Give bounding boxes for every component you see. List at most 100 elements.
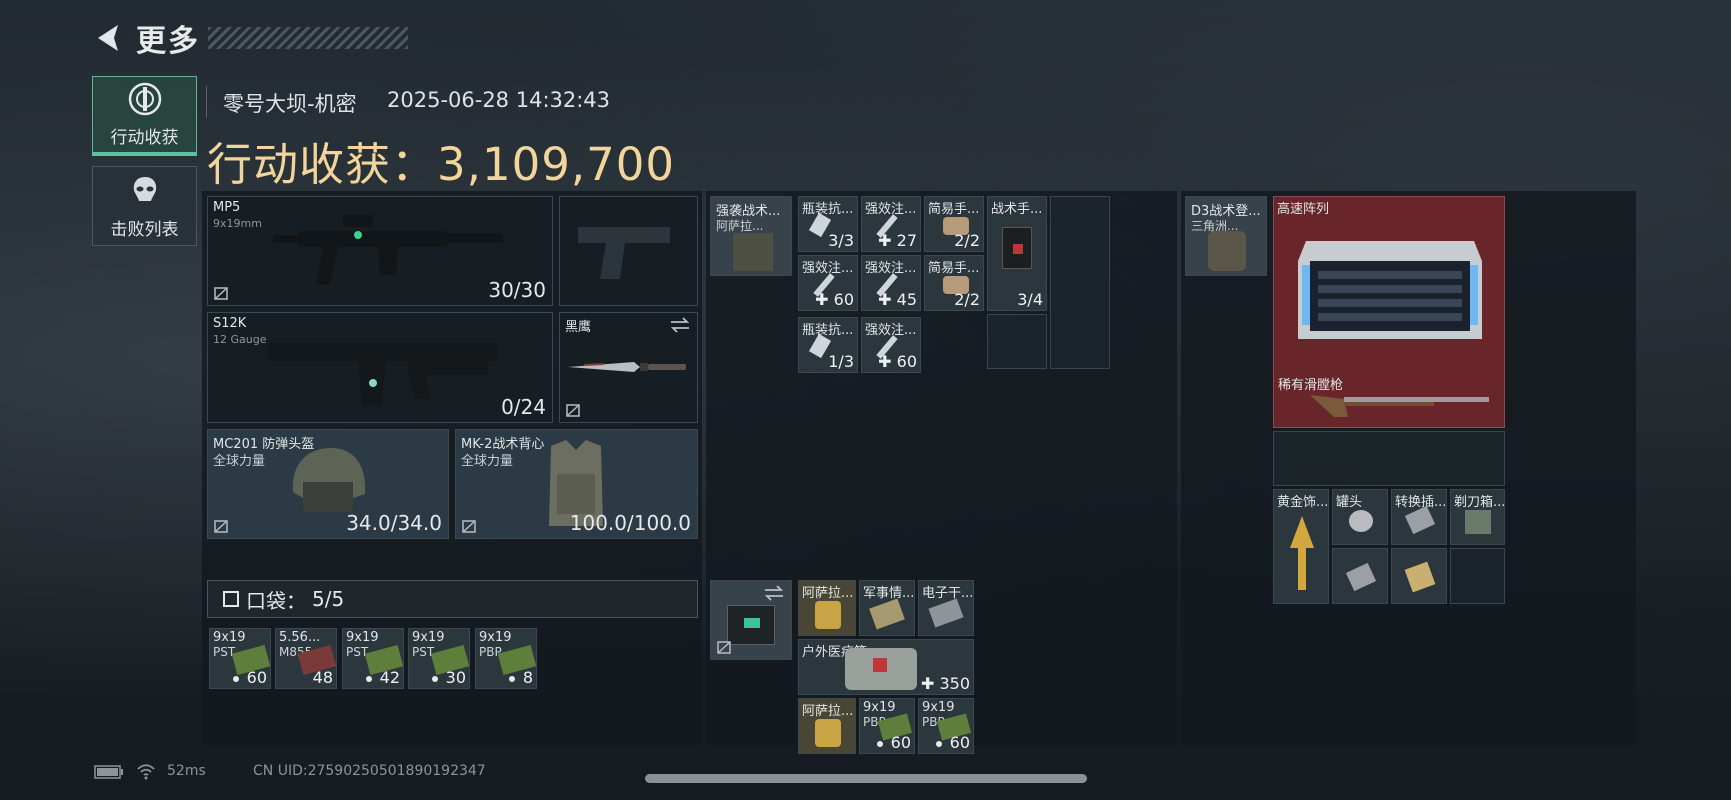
rig-item-value: 3/3 [828,231,854,250]
safe-item-value: ✚ 350 [920,674,970,693]
safe-item[interactable]: 军事情... [859,580,915,636]
rig-item[interactable]: 简易手... 2/2 [924,255,984,311]
wifi-icon [137,764,155,780]
rig-item-name: 战术手... [991,202,1043,217]
melee-slot[interactable]: 黑鹰 [559,312,698,423]
rig-empty-slot[interactable] [1050,196,1110,369]
helmet-brand: 全球力量 [213,454,266,469]
primary-weapon-slot[interactable]: MP5 9x19mm 30/30 [207,196,553,306]
backpack-item[interactable] [1391,548,1447,604]
safe-item-name: 9x19 [922,700,955,715]
rig-item[interactable]: 强效注... ✚ 27 [861,196,921,252]
safe-item[interactable]: 阿萨拉... [798,580,856,636]
backpack-icon [1208,231,1246,271]
pocket-item[interactable]: 9x19 PST 42 [342,628,404,689]
safe-box-icon [727,605,775,645]
tab-loot-label: 行动收获 [110,128,179,148]
rig-item-value: ✚ 60 [878,352,917,371]
pocket-item-count: 8 [508,668,533,687]
medkit-icon [1002,227,1032,269]
safe-item[interactable]: 9x19 PBP 60 [859,698,915,754]
swap-icon[interactable] [669,317,691,333]
swap-icon[interactable] [763,585,785,601]
backpack-empty-slot[interactable] [1450,548,1505,604]
rig-item[interactable]: 强效注... ✚ 60 [861,317,921,373]
backpack-item[interactable]: 罐头 [1332,489,1388,545]
adapter-icon [1345,562,1377,592]
tab-kills[interactable]: 击败列表 [92,166,197,246]
home-indicator[interactable] [645,774,1087,783]
pistol-silhouette-icon [578,227,670,279]
rig-item[interactable]: 简易手... 2/2 [924,196,984,252]
map-name: 零号大坝-机密 [223,92,357,116]
pocket-item[interactable]: 9x19 PST 60 [209,628,271,689]
rig-item-value: ✚ 27 [878,231,917,250]
server-array-icon [1298,241,1482,339]
pocket-icon [223,591,239,607]
safe-item[interactable]: 户外医疗箱 ✚ 350 [798,639,974,695]
back-arrow-icon[interactable] [92,21,126,55]
pocket-item[interactable]: 5.56... M855 48 [275,628,337,689]
knife-icon [568,362,686,372]
rig-item[interactable]: 强效注... ✚ 45 [861,255,921,311]
backpack-item[interactable]: 高速阵列 稀有滑膛枪 [1273,196,1505,428]
tab-loot[interactable]: 行动收获 [92,76,197,156]
razor-box-icon [1465,510,1491,534]
armor-slot[interactable]: MK-2战术背心 全球力量 100.0/100.0 [455,429,698,539]
rig-item[interactable]: 战术手... 3/4 [987,196,1047,311]
chest-rig-slot[interactable]: 强袭战术... 阿萨拉... [710,196,792,276]
pocket-item-count: 48 [312,668,333,687]
ammo-dot-icon [431,675,438,682]
backpack-item-name: 高速阵列 [1277,202,1330,217]
rig-item[interactable]: 强效注... ✚ 60 [798,255,858,311]
backpack-empty-row[interactable] [1273,431,1505,486]
pockets-label: 口袋： [246,588,306,613]
secondary-weapon-slot[interactable]: S12K 12 Gauge 0/24 [207,312,553,423]
rig-item[interactable]: 瓶装抗... 3/3 [798,196,858,252]
safe-item-name: 阿萨拉... [802,704,854,719]
backpack-item-name: 转换插... [1395,495,1447,510]
safe-item-value: 60 [935,733,970,752]
backpack-item-name: 剃刀箱... [1454,495,1505,510]
primary-weapon-name: MP5 [213,200,241,215]
safe-item[interactable]: 阿萨拉... [798,698,856,754]
rig-item-value: 2/2 [954,231,980,250]
safe-box-slot[interactable] [710,580,792,660]
pocket-item-name: 9x19 [479,630,512,645]
target-icon [128,82,161,116]
ammo-dot-icon [232,675,239,682]
pocket-item[interactable]: 9x19 PST 30 [408,628,470,689]
loot-total: 行动收获：3,109,700 [207,128,675,193]
secondary-weapon-name: S12K [213,316,247,331]
helmet-durability: 34.0/34.0 [346,511,442,535]
backpack-item[interactable]: 转换插... [1391,489,1447,545]
pockets-header: 口袋： 5/5 [207,580,698,618]
rig-item[interactable]: 瓶装抗... 1/3 [798,317,858,373]
musket-icon [1310,395,1489,417]
rig-item-name: 强效注... [865,261,917,276]
backpack-item[interactable]: 黄金饰... [1273,489,1329,604]
mp5-gun-icon [273,215,503,285]
rig-empty-slot[interactable] [987,314,1047,369]
backpack-slot[interactable]: D3战术登... 三角洲... [1185,196,1267,276]
pocket-item[interactable]: 9x19 PBP 8 [475,628,537,689]
sidearm-slot[interactable] [559,196,698,306]
user-uid: CN UID:27590250501890192347 [253,763,486,779]
rig-item-name: 简易手... [928,261,980,276]
safe-item[interactable]: 9x19 PBP 60 [918,698,974,754]
backpack-item[interactable]: 剃刀箱... [1450,489,1505,545]
helmet-slot[interactable]: MC201 防弹头盔 全球力量 34.0/34.0 [207,429,449,539]
tab-kills-label: 击败列表 [110,219,179,240]
backpack-item-name: 黄金饰... [1277,495,1329,510]
ammo-dot-icon [876,740,883,747]
gold-ornament-icon [1290,516,1314,590]
backpack-item[interactable] [1332,548,1388,604]
electronic-jammer-icon [928,598,964,628]
helmet-icon [292,448,366,512]
secondary-weapon-ammo: 0/24 [501,395,546,419]
page-title: 更多 [136,24,200,59]
rig-item-name: 瓶装抗... [802,202,854,217]
safe-item[interactable]: 电子干... [918,580,974,636]
battery-icon [94,765,123,779]
can-icon [1349,510,1373,532]
